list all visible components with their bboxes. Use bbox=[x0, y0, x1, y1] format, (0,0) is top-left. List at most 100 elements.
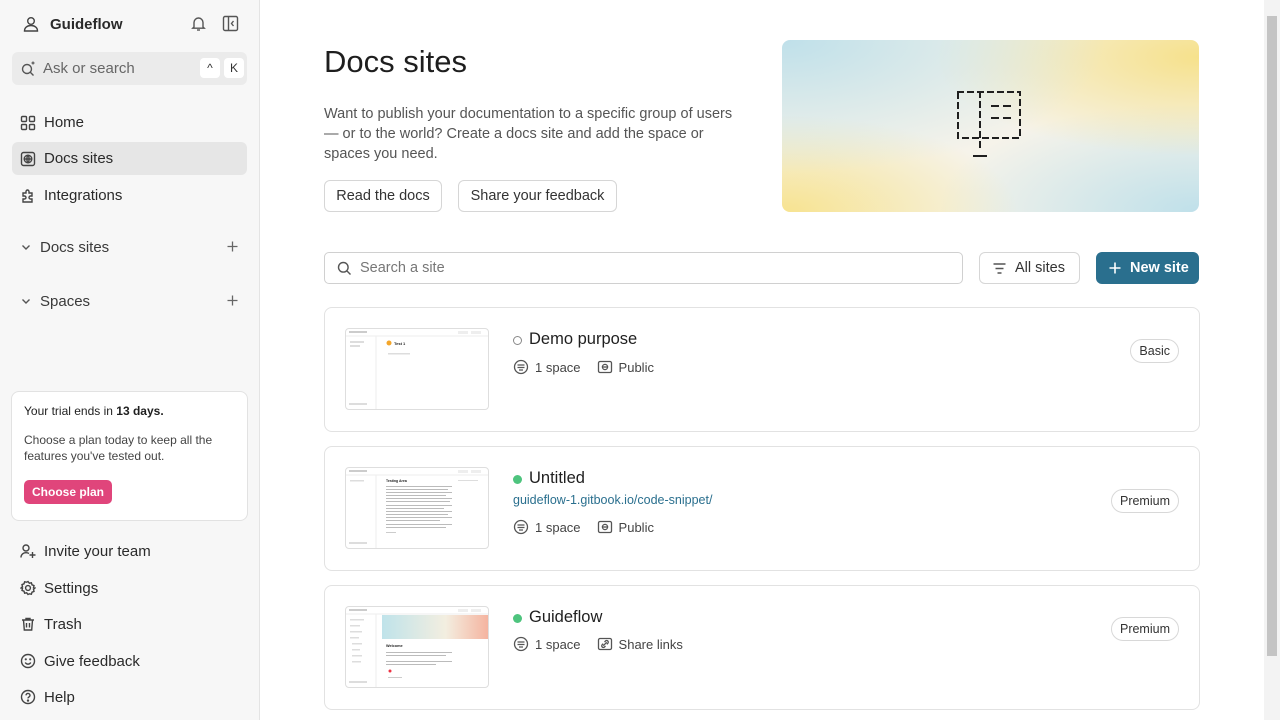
site-url-link[interactable]: guideflow-1.gitbook.io/code-snippet/ bbox=[513, 493, 712, 507]
puzzle-icon bbox=[20, 188, 36, 204]
site-card-untitled[interactable]: Testing Area Untitled guideflow-1.gitboo… bbox=[324, 446, 1200, 571]
site-card-demo-purpose[interactable]: Test 1 Demo purpose 1 space Public Basic bbox=[324, 307, 1200, 432]
docs-site-illustration-icon bbox=[952, 88, 1028, 169]
plus-icon bbox=[1108, 261, 1122, 275]
smile-icon bbox=[20, 653, 36, 669]
workspace-name: Guideflow bbox=[50, 15, 123, 33]
spaces-count: 1 space bbox=[535, 519, 581, 535]
trial-card: Your trial ends in 13 days. Choose a pla… bbox=[11, 391, 248, 521]
grid-icon bbox=[20, 115, 36, 131]
trial-body: Choose a plan today to keep all the feat… bbox=[24, 433, 213, 463]
status-dot-published bbox=[513, 475, 522, 484]
site-thumbnail: Welcome bbox=[345, 606, 489, 688]
share-link-icon bbox=[597, 636, 613, 652]
spaces-count: 1 space bbox=[535, 636, 581, 652]
thumbnail-preview: Welcome bbox=[346, 609, 488, 687]
share-feedback-button[interactable]: Share your feedback bbox=[458, 180, 617, 212]
trash-label: Trash bbox=[44, 615, 82, 633]
settings-item[interactable]: Settings bbox=[12, 573, 247, 603]
nav-item-label: Integrations bbox=[44, 187, 123, 204]
status-dot-published bbox=[513, 614, 522, 623]
add-space-icon[interactable] bbox=[226, 294, 239, 307]
give-feedback-item[interactable]: Give feedback bbox=[12, 646, 247, 676]
trial-ends-text: Your trial ends in 13 days. bbox=[24, 404, 164, 418]
filter-all-sites-button[interactable]: All sites bbox=[979, 252, 1080, 284]
page-description: Want to publish your documentation to a … bbox=[324, 106, 733, 162]
filter-label: All sites bbox=[1015, 260, 1065, 276]
new-site-label: New site bbox=[1130, 260, 1189, 276]
site-search[interactable] bbox=[324, 252, 963, 284]
site-name: Untitled bbox=[529, 469, 585, 487]
spaces-icon bbox=[513, 519, 529, 535]
site-spaces: 1 space bbox=[513, 359, 581, 375]
trash-icon bbox=[20, 616, 36, 632]
site-card-guideflow[interactable]: Welcome Guideflow 1 space Share links Pr… bbox=[324, 585, 1200, 710]
workspace-switcher[interactable]: Guideflow bbox=[12, 8, 248, 40]
public-icon bbox=[597, 519, 613, 535]
status-dot-unpublished bbox=[513, 336, 522, 345]
site-visibility: Public bbox=[597, 519, 654, 535]
scrollbar-thumb[interactable] bbox=[1267, 16, 1277, 656]
section-label: Spaces bbox=[40, 292, 91, 310]
trash-item[interactable]: Trash bbox=[12, 609, 247, 639]
plan-badge: Premium bbox=[1110, 617, 1179, 641]
nav-item-home[interactable]: Home bbox=[12, 106, 247, 139]
bell-icon[interactable] bbox=[190, 15, 207, 32]
spaces-icon bbox=[513, 359, 529, 375]
public-icon bbox=[597, 359, 613, 375]
spaces-count: 1 space bbox=[535, 359, 581, 375]
give-feedback-label: Give feedback bbox=[44, 652, 140, 670]
sparkle-search-icon bbox=[20, 60, 37, 77]
read-docs-button[interactable]: Read the docs bbox=[324, 180, 442, 212]
nav-item-docs-sites[interactable]: Docs sites bbox=[12, 142, 247, 175]
site-name: Demo purpose bbox=[529, 330, 638, 348]
site-visibility: Share links bbox=[597, 636, 683, 652]
add-user-icon bbox=[20, 543, 36, 559]
site-meta: 1 space Public bbox=[513, 359, 670, 375]
site-spaces: 1 space bbox=[513, 636, 581, 652]
section-spaces[interactable]: Spaces bbox=[12, 286, 247, 316]
visibility-label: Public bbox=[618, 359, 654, 375]
help-icon bbox=[20, 689, 36, 705]
nav-item-integrations[interactable]: Integrations bbox=[12, 179, 247, 212]
thumbnail-preview: Test 1 bbox=[346, 331, 488, 409]
plan-badge: Basic bbox=[1130, 339, 1179, 363]
hero-illustration bbox=[782, 40, 1199, 212]
visibility-label: Share links bbox=[618, 636, 683, 652]
section-docs-sites[interactable]: Docs sites bbox=[12, 232, 247, 262]
collapse-sidebar-icon[interactable] bbox=[222, 15, 239, 32]
settings-label: Settings bbox=[44, 579, 99, 597]
section-label: Docs sites bbox=[40, 238, 110, 256]
help-label: Help bbox=[44, 688, 75, 706]
filter-icon bbox=[992, 261, 1007, 276]
choose-plan-button[interactable]: Choose plan bbox=[24, 480, 113, 504]
new-site-button[interactable]: New site bbox=[1096, 252, 1199, 284]
search-icon bbox=[337, 261, 352, 276]
spaces-icon bbox=[513, 636, 529, 652]
page-title: Docs sites bbox=[324, 44, 467, 79]
site-search-input[interactable] bbox=[360, 260, 920, 276]
invite-team-label: Invite your team bbox=[44, 542, 151, 560]
chevron-down-icon bbox=[20, 295, 32, 307]
thumbnail-title: Welcome bbox=[386, 644, 403, 648]
site-visibility: Public bbox=[597, 359, 654, 375]
site-thumbnail: Test 1 bbox=[345, 328, 489, 410]
ask-search-input[interactable]: Ask or search ^ K bbox=[12, 52, 247, 85]
chevron-down-icon bbox=[20, 241, 32, 253]
thumbnail-preview: Testing Area bbox=[346, 470, 488, 548]
site-meta: 1 space Share links bbox=[513, 636, 699, 652]
main-content: Docs sites Want to publish your document… bbox=[260, 0, 1264, 720]
thumbnail-title: Testing Area bbox=[386, 479, 407, 483]
invite-team-item[interactable]: Invite your team bbox=[12, 536, 247, 566]
nav-item-label: Home bbox=[44, 114, 85, 131]
thumbnail-title: Test 1 bbox=[394, 341, 406, 346]
site-thumbnail: Testing Area bbox=[345, 467, 489, 549]
visibility-label: Public bbox=[618, 519, 654, 535]
kbd-ctrl: ^ bbox=[200, 58, 220, 78]
kbd-k: K bbox=[224, 58, 244, 78]
add-docs-site-icon[interactable] bbox=[226, 240, 239, 253]
plan-badge: Premium bbox=[1110, 489, 1179, 513]
ask-search-placeholder: Ask or search bbox=[43, 60, 135, 77]
gear-icon bbox=[20, 580, 36, 596]
help-item[interactable]: Help bbox=[12, 682, 247, 712]
